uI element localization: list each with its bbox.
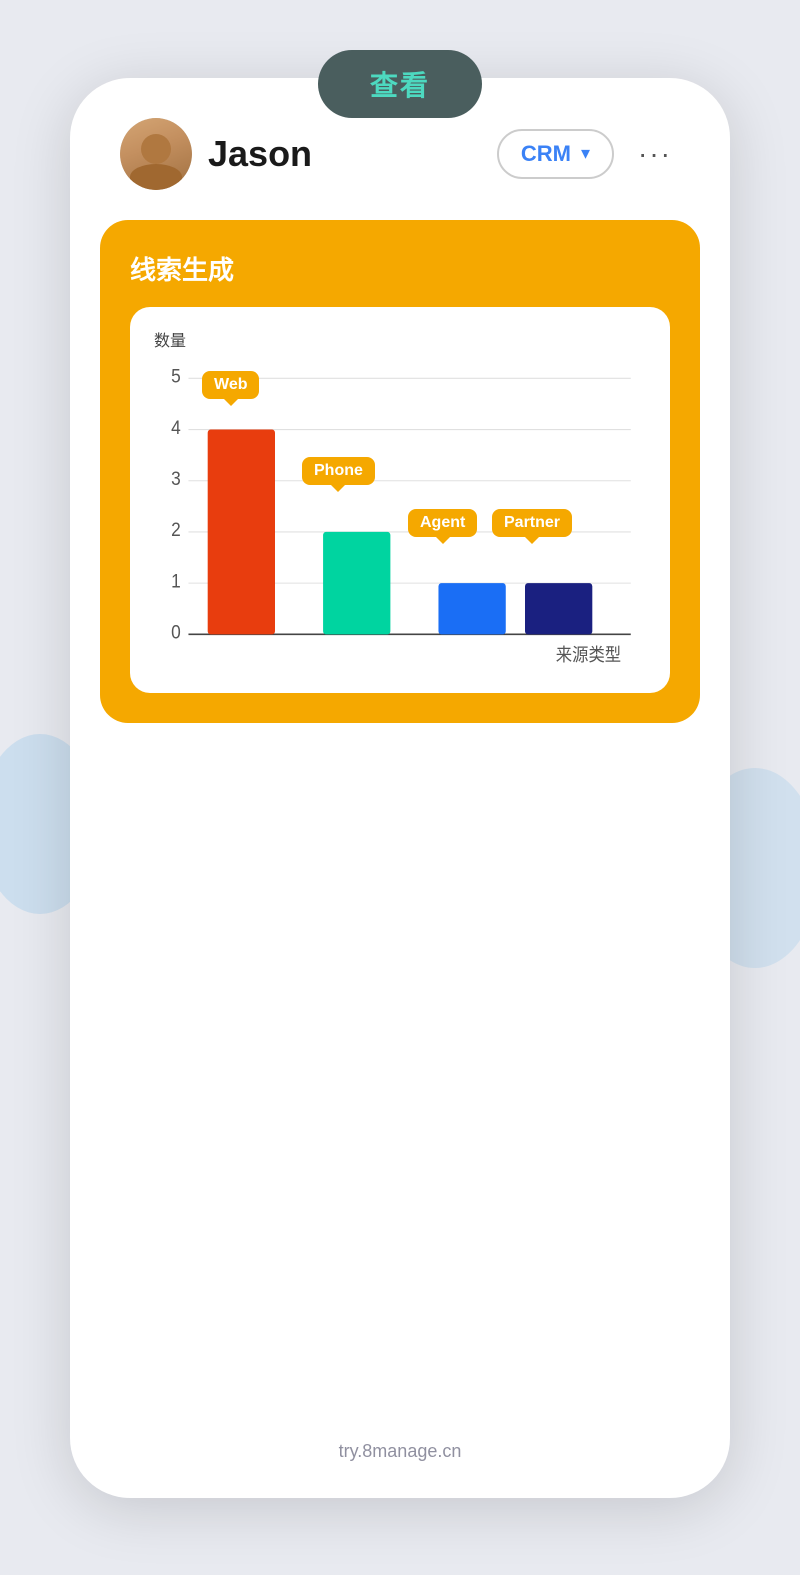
view-button[interactable]: 查看 [318,50,482,118]
chart-card-inner: 数量 5 4 3 [130,307,670,693]
avatar [120,118,192,190]
chart-card-outer: 线索生成 数量 5 [100,220,700,723]
svg-text:2: 2 [171,518,181,540]
bar-partner [525,583,592,634]
avatar-image [120,118,192,190]
phone-frame: 查看 Jason CRM ▾ ··· 线索生成 数量 [70,78,730,1498]
user-name: Jason [208,133,481,175]
tooltip-partner: Partner [492,509,572,537]
tooltip-web: Web [202,371,259,399]
svg-text:1: 1 [171,569,181,591]
tooltip-agent: Agent [408,509,477,537]
crm-dropdown[interactable]: CRM ▾ [497,129,614,179]
tooltip-phone: Phone [302,457,375,485]
svg-text:4: 4 [171,415,181,437]
bar-phone [323,531,390,633]
svg-text:3: 3 [171,467,181,489]
svg-text:5: 5 [171,364,181,386]
chart-card-wrapper: 线索生成 数量 5 [70,220,730,723]
chevron-down-icon: ▾ [581,143,590,164]
crm-label: CRM [521,141,571,167]
y-axis-label: 数量 [154,327,650,351]
chart-area: 5 4 3 2 1 0 [150,357,650,677]
page-wrapper: 查看 Jason CRM ▾ ··· 线索生成 数量 [0,0,800,1575]
chart-card-title: 线索生成 [130,250,670,287]
bar-agent [438,583,505,634]
svg-text:0: 0 [171,620,181,642]
more-options-button[interactable]: ··· [630,138,680,170]
svg-text:来源类型: 来源类型 [556,644,621,665]
footer-url: try.8manage.cn [339,1441,462,1462]
bar-web [208,429,275,634]
